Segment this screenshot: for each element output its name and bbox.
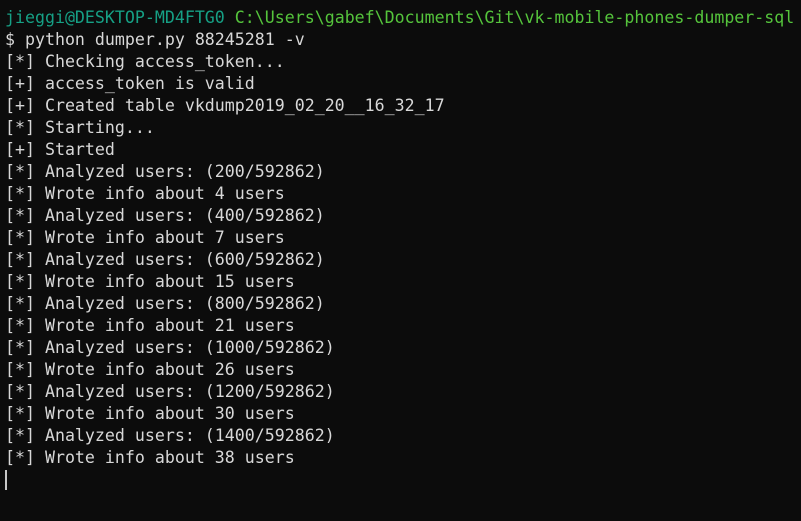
output-line: [*] Analyzed users: (200/592862)	[5, 162, 325, 181]
output-line: [*] Analyzed users: (1400/592862)	[5, 426, 335, 445]
prompt-cwd: C:\Users\gabef\Documents\Git\vk-mobile-p…	[234, 8, 795, 27]
output-line: [*] Wrote info about 21 users	[5, 316, 295, 335]
output-line: [*] Checking access_token...	[5, 52, 285, 71]
output-line: [*] Wrote info about 15 users	[5, 272, 295, 291]
output-line: [+] Created table vkdump2019_02_20__16_3…	[5, 96, 445, 115]
output-line: [*] Analyzed users: (600/592862)	[5, 250, 325, 269]
text-cursor	[5, 470, 7, 490]
output-line: [*] Wrote info about 38 users	[5, 448, 295, 467]
input-line[interactable]	[5, 469, 801, 491]
command-line: $ python dumper.py 88245281 -v	[5, 30, 305, 49]
output-line: [+] Started	[5, 140, 115, 159]
output-line: [*] Analyzed users: (1000/592862)	[5, 338, 335, 357]
output-line: [*] Analyzed users: (800/592862)	[5, 294, 325, 313]
output-line: [+] access_token is valid	[5, 74, 255, 93]
prompt-user-host: jieggi@DESKTOP-MD4FTG0	[5, 8, 225, 27]
output-line: [*] Starting...	[5, 118, 155, 137]
terminal-window[interactable]: jieggi@DESKTOP-MD4FTG0 C:\Users\gabef\Do…	[0, 0, 801, 521]
prompt-line: jieggi@DESKTOP-MD4FTG0 C:\Users\gabef\Do…	[5, 7, 801, 29]
output-line: [*] Analyzed users: (1200/592862)	[5, 382, 335, 401]
output-line: [*] Wrote info about 26 users	[5, 360, 295, 379]
output-line: [*] Wrote info about 30 users	[5, 404, 295, 423]
output-line: [*] Analyzed users: (400/592862)	[5, 206, 325, 225]
output-line: [*] Wrote info about 4 users	[5, 184, 285, 203]
output-line: [*] Wrote info about 7 users	[5, 228, 285, 247]
